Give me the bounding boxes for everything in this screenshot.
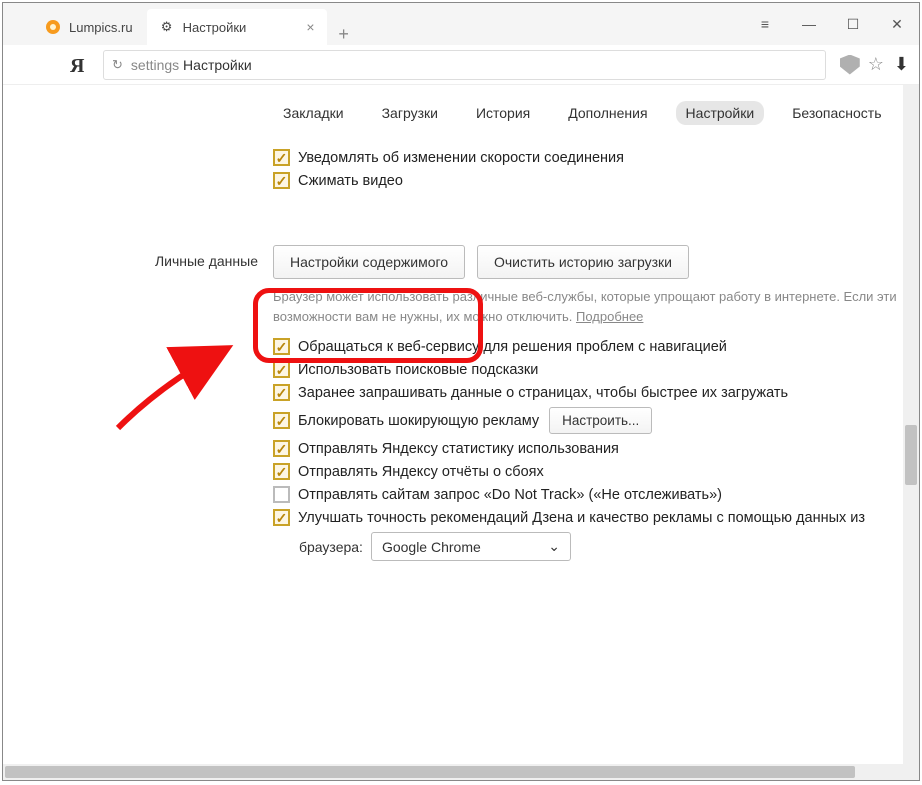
check-prefetch[interactable]: Заранее запрашивать данные о страницах, … xyxy=(273,384,903,401)
svg-text:Я: Я xyxy=(70,55,85,76)
window-controls: ≡ — ☐ ✕ xyxy=(743,3,919,45)
check-zen-accuracy[interactable]: Улучшать точность рекомендаций Дзена и к… xyxy=(273,509,903,526)
check-label: Отправлять Яндексу статистику использова… xyxy=(298,441,619,457)
check-send-stats[interactable]: Отправлять Яндексу статистику использова… xyxy=(273,440,903,457)
browser-label: браузера: xyxy=(299,539,363,555)
check-block-ads[interactable]: Блокировать шокирующую рекламу Настроить… xyxy=(273,407,903,434)
minimize-button[interactable]: — xyxy=(787,3,831,45)
scroll-thumb[interactable] xyxy=(5,766,855,778)
checkbox-icon[interactable] xyxy=(273,412,290,429)
hamburger-menu-icon[interactable]: ≡ xyxy=(743,3,787,45)
browser-window: Lumpics.ru ⚙ Настройки × + ≡ — ☐ ✕ Я ↻ s… xyxy=(2,2,920,781)
section-top-checks: Уведомлять об изменении скорости соедине… xyxy=(143,143,903,195)
settings-content: Закладки Загрузки История Дополнения Нас… xyxy=(3,85,903,764)
check-compress-video[interactable]: Сжимать видео xyxy=(273,172,903,189)
vertical-scrollbar[interactable] xyxy=(903,85,919,764)
section-label: Личные данные xyxy=(143,245,273,561)
personal-note: Браузер может использовать различные веб… xyxy=(273,287,903,326)
download-icon[interactable]: ⬇ xyxy=(894,54,909,75)
settings-nav: Закладки Загрузки История Дополнения Нас… xyxy=(3,85,903,143)
yandex-logo-icon[interactable]: Я xyxy=(63,52,89,78)
address-field[interactable]: ↻ settings Настройки xyxy=(103,50,826,80)
browser-select-row: браузера: Google Chrome ⌄ xyxy=(299,532,903,561)
checkbox-icon[interactable] xyxy=(273,361,290,378)
address-right-icons: ☆ xyxy=(840,54,884,75)
nav-history[interactable]: История xyxy=(466,101,540,125)
shield-icon[interactable] xyxy=(840,55,860,75)
scroll-corner xyxy=(903,764,919,780)
scroll-thumb[interactable] xyxy=(905,425,917,485)
check-label: Блокировать шокирующую рекламу xyxy=(298,413,539,429)
check-label: Заранее запрашивать данные о страницах, … xyxy=(298,385,788,401)
clear-history-button[interactable]: Очистить историю загрузки xyxy=(477,245,689,279)
browser-select[interactable]: Google Chrome ⌄ xyxy=(371,532,571,561)
checkbox-icon[interactable] xyxy=(273,149,290,166)
check-dnt[interactable]: Отправлять сайтам запрос «Do Not Track» … xyxy=(273,486,903,503)
configure-ads-button[interactable]: Настроить... xyxy=(549,407,652,434)
nav-bookmarks[interactable]: Закладки xyxy=(273,101,354,125)
checkbox-icon[interactable] xyxy=(273,440,290,457)
checkbox-icon[interactable] xyxy=(273,384,290,401)
address-text: settings Настройки xyxy=(131,57,252,73)
checkbox-icon[interactable] xyxy=(273,463,290,480)
checkbox-icon[interactable] xyxy=(273,509,290,526)
orange-icon xyxy=(45,19,61,35)
tab-label: Lumpics.ru xyxy=(69,20,133,35)
check-label: Обращаться к веб-сервису для решения про… xyxy=(298,339,727,355)
check-label: Улучшать точность рекомендаций Дзена и к… xyxy=(298,510,865,526)
nav-settings[interactable]: Настройки xyxy=(676,101,765,125)
settings-body: Уведомлять об изменении скорости соедине… xyxy=(3,143,903,561)
tab-settings[interactable]: ⚙ Настройки × xyxy=(147,9,327,45)
title-bar: Lumpics.ru ⚙ Настройки × + ≡ — ☐ ✕ xyxy=(3,3,919,45)
check-send-crash[interactable]: Отправлять Яндексу отчёты о сбоях xyxy=(273,463,903,480)
checkbox-icon[interactable] xyxy=(273,172,290,189)
new-tab-button[interactable]: + xyxy=(329,24,359,45)
reload-icon[interactable]: ↻ xyxy=(112,57,123,73)
tabs-area: Lumpics.ru ⚙ Настройки × + xyxy=(3,3,743,45)
check-notify-speed[interactable]: Уведомлять об изменении скорости соедине… xyxy=(273,149,903,166)
chevron-down-icon: ⌄ xyxy=(548,538,560,555)
more-link[interactable]: Подробнее xyxy=(576,309,643,324)
close-icon[interactable]: × xyxy=(306,19,314,35)
nav-security[interactable]: Безопасность xyxy=(782,101,891,125)
nav-addons[interactable]: Дополнения xyxy=(558,101,657,125)
check-label: Отправлять Яндексу отчёты о сбоях xyxy=(298,464,544,480)
select-value: Google Chrome xyxy=(382,539,481,555)
tab-label: Настройки xyxy=(183,20,297,35)
check-label: Сжимать видео xyxy=(298,173,403,189)
check-label: Использовать поисковые подсказки xyxy=(298,362,538,378)
address-bar: Я ↻ settings Настройки ☆ ⬇ xyxy=(3,45,919,85)
tab-lumpics[interactable]: Lumpics.ru xyxy=(33,9,145,45)
section-personal-data: Личные данные Настройки содержимого Очис… xyxy=(143,245,903,561)
nav-downloads[interactable]: Загрузки xyxy=(372,101,448,125)
horizontal-scrollbar[interactable] xyxy=(3,764,903,780)
content-settings-button[interactable]: Настройки содержимого xyxy=(273,245,465,279)
bookmark-star-icon[interactable]: ☆ xyxy=(868,54,884,75)
close-button[interactable]: ✕ xyxy=(875,3,919,45)
checkbox-icon[interactable] xyxy=(273,338,290,355)
check-web-service-nav[interactable]: Обращаться к веб-сервису для решения про… xyxy=(273,338,903,355)
checkbox-icon[interactable] xyxy=(273,486,290,503)
gear-icon: ⚙ xyxy=(159,19,175,35)
maximize-button[interactable]: ☐ xyxy=(831,3,875,45)
check-label: Уведомлять об изменении скорости соедине… xyxy=(298,150,624,166)
check-label: Отправлять сайтам запрос «Do Not Track» … xyxy=(298,487,722,503)
check-search-suggest[interactable]: Использовать поисковые подсказки xyxy=(273,361,903,378)
